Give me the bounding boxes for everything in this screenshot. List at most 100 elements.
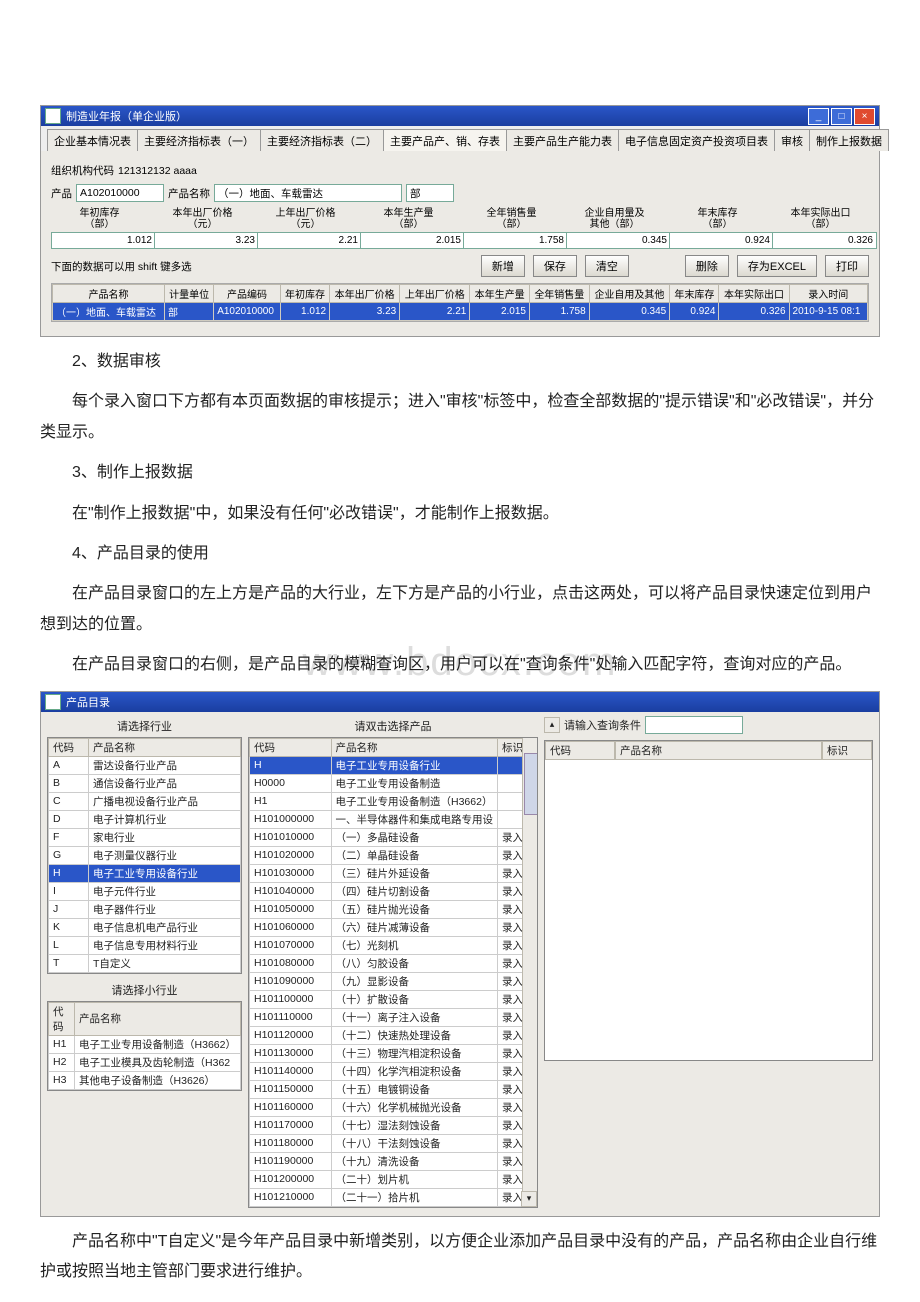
close-button[interactable]: × <box>854 108 875 125</box>
tab-1[interactable]: 主要经济指标表（一） <box>137 129 261 151</box>
table-row[interactable]: H101020000（二）单晶硅设备录入 <box>250 846 537 864</box>
table-row[interactable]: （一）地面、车载雷达部A1020100001.0123.232.212.0151… <box>53 303 868 321</box>
table-row[interactable]: H101040000（四）硅片切割设备录入 <box>250 882 537 900</box>
save-button[interactable]: 保存 <box>533 255 577 277</box>
table-row[interactable]: H0000电子工业专用设备制造 <box>250 774 537 792</box>
table-row[interactable]: F家电行业 <box>49 828 241 846</box>
clear-button[interactable]: 清空 <box>585 255 629 277</box>
tab-4[interactable]: 主要产品生产能力表 <box>506 129 619 151</box>
table-row[interactable]: H101010000（一）多晶硅设备录入 <box>250 828 537 846</box>
field-input[interactable]: 3.23 <box>154 232 259 249</box>
table-row[interactable]: H1电子工业专用设备制造（H3662） <box>49 1035 241 1053</box>
table-row[interactable]: D电子计算机行业 <box>49 810 241 828</box>
tab-7[interactable]: 制作上报数据 <box>809 129 889 151</box>
field-input[interactable]: 0.924 <box>669 232 774 249</box>
table-row[interactable]: G电子测量仪器行业 <box>49 846 241 864</box>
field-input[interactable]: 0.345 <box>566 232 671 249</box>
minimize-button[interactable]: _ <box>808 108 829 125</box>
delete-button[interactable]: 删除 <box>685 255 729 277</box>
scrollbar-thumb[interactable] <box>524 753 538 815</box>
table-row[interactable]: C广播电视设备行业产品 <box>49 792 241 810</box>
field-input[interactable]: 2.21 <box>257 232 362 249</box>
table-row[interactable]: H2电子工业模具及齿轮制造（H362 <box>49 1053 241 1071</box>
column-header[interactable]: 代码 <box>49 1002 75 1035</box>
table-row[interactable]: L电子信息专用材料行业 <box>49 936 241 954</box>
minor-industry-table[interactable]: 代码产品名称 H1电子工业专用设备制造（H3662）H2电子工业模具及齿轮制造（… <box>48 1002 241 1090</box>
tab-5[interactable]: 电子信息固定资产投资项目表 <box>618 129 775 151</box>
tab-0[interactable]: 企业基本情况表 <box>47 129 138 151</box>
field-input[interactable]: 1.758 <box>463 232 568 249</box>
column-header[interactable]: 全年销售量 <box>529 285 589 303</box>
column-header[interactable]: 产品名称 <box>615 741 822 760</box>
add-button[interactable]: 新增 <box>481 255 525 277</box>
column-header[interactable]: 录入时间 <box>789 285 867 303</box>
search-results-table[interactable]: 代码产品名称标识 <box>544 740 873 1061</box>
table-row[interactable]: A雷达设备行业产品 <box>49 756 241 774</box>
table-row[interactable]: H101030000（三）硅片外延设备录入 <box>250 864 537 882</box>
column-header[interactable]: 产品名称 <box>89 738 241 756</box>
table-row[interactable]: H101150000（十五）电镀铜设备录入 <box>250 1080 537 1098</box>
table-row[interactable]: K电子信息机电产品行业 <box>49 918 241 936</box>
table-row[interactable]: I电子元件行业 <box>49 882 241 900</box>
search-input[interactable] <box>645 716 743 734</box>
unit-input[interactable]: 部 <box>406 184 454 202</box>
table-row[interactable]: H101070000（七）光刻机录入 <box>250 936 537 954</box>
table-row[interactable]: H101190000（十九）清洗设备录入 <box>250 1152 537 1170</box>
column-header[interactable]: 本年生产量 <box>470 285 530 303</box>
field-input[interactable]: 0.326 <box>772 232 877 249</box>
table-row[interactable]: H101110000（十一）离子注入设备录入 <box>250 1008 537 1026</box>
table-row[interactable]: B通信设备行业产品 <box>49 774 241 792</box>
column-header[interactable]: 企业自用及其他 <box>589 285 670 303</box>
table-row[interactable]: H101130000（十三）物理汽相淀积设备录入 <box>250 1044 537 1062</box>
product-code-input[interactable]: A102010000 <box>76 184 164 202</box>
table-row[interactable]: H101120000（十二）快速热处理设备录入 <box>250 1026 537 1044</box>
column-header[interactable]: 本年实际出口 <box>719 285 789 303</box>
export-excel-button[interactable]: 存为EXCEL <box>737 255 817 277</box>
column-header[interactable]: 本年出厂价格 <box>330 285 400 303</box>
vertical-scrollbar[interactable] <box>522 738 537 1207</box>
column-header[interactable]: 产品名称 <box>331 738 498 756</box>
column-header[interactable]: 年末库存 <box>670 285 719 303</box>
table-row[interactable]: H101200000（二十）划片机录入 <box>250 1170 537 1188</box>
table-row[interactable]: H101060000（六）硅片减薄设备录入 <box>250 918 537 936</box>
tab-6[interactable]: 审核 <box>774 129 810 151</box>
table-row[interactable]: H3其他电子设备制造（H3626） <box>49 1071 241 1089</box>
column-header[interactable]: 产品名称 <box>53 285 165 303</box>
scroll-down-icon[interactable]: ▾ <box>521 1191 537 1207</box>
tab-3[interactable]: 主要产品产、销、存表 <box>383 129 507 151</box>
field-input[interactable]: 2.015 <box>360 232 465 249</box>
column-header[interactable]: 计量单位 <box>165 285 214 303</box>
table-row[interactable]: H101050000（五）硅片抛光设备录入 <box>250 900 537 918</box>
table-row[interactable]: H101000000一、半导体器件和集成电路专用设 <box>250 810 537 828</box>
column-header[interactable]: 代码 <box>49 738 89 756</box>
column-header[interactable]: 标识 <box>822 741 872 760</box>
table-row[interactable]: H101210000（二十一）拾片机录入 <box>250 1188 537 1206</box>
table-row[interactable]: H101080000（八）匀胶设备录入 <box>250 954 537 972</box>
column-header[interactable]: 产品编码 <box>214 285 281 303</box>
table-row[interactable]: H电子工业专用设备行业 <box>250 756 537 774</box>
table-row[interactable]: J电子器件行业 <box>49 900 241 918</box>
table-row[interactable]: H101180000（十八）干法刻蚀设备录入 <box>250 1134 537 1152</box>
major-industry-table[interactable]: 代码产品名称 A雷达设备行业产品B通信设备行业产品C广播电视设备行业产品D电子计… <box>48 738 241 973</box>
tab-2[interactable]: 主要经济指标表（二） <box>260 129 384 151</box>
table-row[interactable]: H101090000（九）显影设备录入 <box>250 972 537 990</box>
column-header[interactable]: 代码 <box>250 738 332 756</box>
field-input[interactable]: 1.012 <box>51 232 156 249</box>
table-row[interactable]: H101100000（十）扩散设备录入 <box>250 990 537 1008</box>
column-header[interactable]: 上年出厂价格 <box>400 285 470 303</box>
column-header[interactable]: 年初库存 <box>280 285 329 303</box>
table-row[interactable]: H101160000（十六）化学机械抛光设备录入 <box>250 1098 537 1116</box>
print-button[interactable]: 打印 <box>825 255 869 277</box>
table-row[interactable]: H101140000（十四）化学汽相淀积设备录入 <box>250 1062 537 1080</box>
product-list-table[interactable]: 代码产品名称标识 H电子工业专用设备行业H0000电子工业专用设备制造H1电子工… <box>249 738 537 1207</box>
maximize-button[interactable]: □ <box>831 108 852 125</box>
column-header[interactable]: 产品名称 <box>75 1002 241 1035</box>
product-name-input[interactable]: （一）地面、车载雷达 <box>214 184 402 202</box>
scroll-up-icon[interactable]: ▴ <box>544 717 560 733</box>
product-table[interactable]: 产品名称计量单位产品编码年初库存本年出厂价格上年出厂价格本年生产量全年销售量企业… <box>52 284 868 321</box>
table-row[interactable]: H101170000（十七）湿法刻蚀设备录入 <box>250 1116 537 1134</box>
table-row[interactable]: H电子工业专用设备行业 <box>49 864 241 882</box>
table-row[interactable]: H1电子工业专用设备制造（H3662） <box>250 792 537 810</box>
column-header[interactable]: 代码 <box>545 741 615 760</box>
table-row[interactable]: TT自定义 <box>49 954 241 972</box>
